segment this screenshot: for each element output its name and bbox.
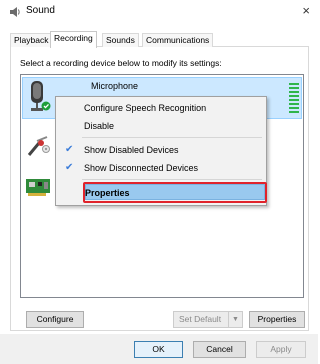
title-bar: Sound × bbox=[0, 0, 318, 24]
ok-button[interactable]: OK bbox=[134, 341, 183, 358]
level-meter bbox=[289, 83, 299, 117]
cancel-button[interactable]: Cancel bbox=[193, 341, 246, 358]
tab-sounds[interactable]: Sounds bbox=[102, 33, 139, 47]
properties-button[interactable]: Properties bbox=[249, 311, 305, 328]
sound-card-icon bbox=[25, 177, 53, 197]
tab-playback[interactable]: Playback bbox=[10, 33, 53, 47]
menu-separator bbox=[82, 179, 262, 180]
menu-item-disable[interactable]: Disable bbox=[56, 118, 266, 134]
device-name-microphone: Microphone bbox=[91, 81, 139, 91]
set-default-button[interactable]: Set Default ▼ bbox=[173, 311, 243, 328]
context-menu: Configure Speech Recognition Disable ✔ S… bbox=[55, 96, 267, 206]
line-in-jack-icon bbox=[27, 135, 53, 159]
checkmark-icon: ✔ bbox=[65, 144, 74, 155]
sound-dialog: Sound × Playback Recording Sounds Commun… bbox=[0, 0, 318, 364]
tab-communications[interactable]: Communications bbox=[142, 33, 214, 47]
instruction-text: Select a recording device below to modif… bbox=[20, 58, 222, 68]
tab-recording[interactable]: Recording bbox=[50, 31, 97, 48]
speaker-icon bbox=[9, 6, 21, 18]
chevron-down-icon[interactable]: ▼ bbox=[228, 311, 242, 328]
menu-item-show-disconnected[interactable]: ✔ Show Disconnected Devices bbox=[56, 160, 266, 176]
menu-item-configure-speech[interactable]: Configure Speech Recognition bbox=[56, 100, 266, 116]
configure-button[interactable]: Configure bbox=[26, 311, 84, 328]
apply-button[interactable]: Apply bbox=[256, 341, 306, 358]
close-button[interactable]: × bbox=[302, 3, 310, 19]
window-title: Sound bbox=[26, 5, 55, 16]
annotation-highlight-box bbox=[83, 182, 267, 203]
checkmark-icon: ✔ bbox=[65, 162, 74, 173]
menu-item-show-disabled[interactable]: ✔ Show Disabled Devices bbox=[56, 142, 266, 158]
menu-separator bbox=[82, 137, 262, 138]
microphone-icon bbox=[27, 79, 51, 113]
